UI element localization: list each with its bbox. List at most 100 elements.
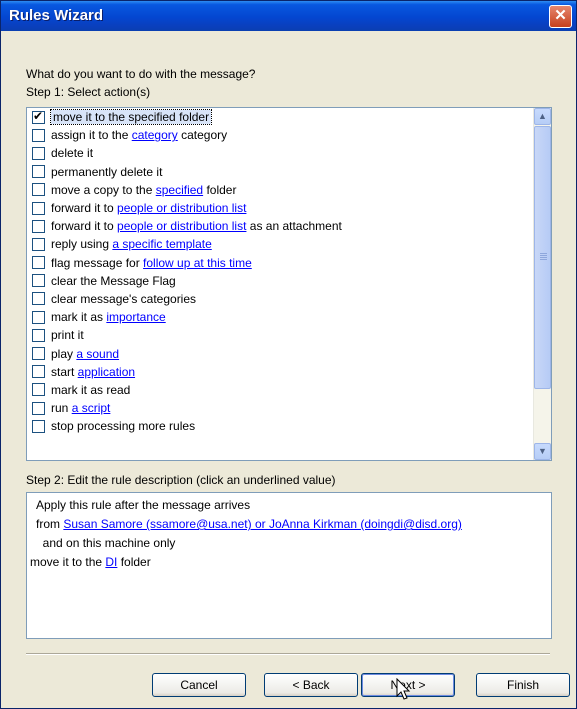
action-checkbox[interactable] (32, 401, 45, 415)
value-link[interactable]: people or distribution list (117, 201, 246, 215)
value-link[interactable]: a specific template (112, 237, 211, 251)
back-button[interactable]: < Back (264, 673, 358, 697)
scrollbar-thumb[interactable] (534, 126, 551, 389)
value-link[interactable]: application (78, 365, 135, 379)
action-label: reply using a specific template (51, 237, 212, 251)
static-text: clear the Message Flag (51, 273, 176, 288)
action-checkbox[interactable] (32, 347, 45, 361)
static-text: assign it to the (51, 128, 132, 143)
close-button[interactable]: ✕ (549, 5, 572, 28)
value-link[interactable]: a sound (76, 347, 119, 361)
static-text: category (177, 128, 228, 143)
action-item[interactable]: permanently delete it (27, 163, 533, 181)
action-item[interactable]: mark it as read (27, 381, 533, 399)
description-line: and on this machine only (36, 536, 176, 550)
action-checkbox[interactable] (32, 128, 45, 142)
action-checkbox[interactable] (32, 219, 45, 233)
value-link[interactable]: category (132, 128, 178, 142)
scroll-down-arrow-icon[interactable]: ▼ (534, 443, 551, 460)
static-text: mark it as read (51, 382, 131, 397)
close-icon[interactable]: ✕ (554, 7, 567, 24)
static-text: as an attachment (246, 219, 342, 234)
finish-button[interactable]: Finish (476, 673, 570, 697)
action-label: assign it to the category category (51, 128, 227, 142)
action-checkbox[interactable] (32, 274, 45, 288)
static-text: flag message for (51, 255, 144, 270)
static-text: delete it (51, 146, 94, 161)
action-checkbox[interactable] (32, 328, 45, 342)
value-link[interactable]: importance (106, 310, 165, 324)
value-link[interactable]: people or distribution list (117, 219, 246, 233)
static-text: and on this machine only (36, 536, 176, 550)
actions-list: move it to the specified folder assign it… (27, 108, 533, 460)
action-item[interactable]: clear the Message Flag (27, 272, 533, 290)
action-item[interactable]: stop processing more rules (27, 417, 533, 435)
action-item[interactable]: run a script (27, 399, 533, 417)
action-checkbox[interactable] (32, 310, 45, 324)
static-text: start (51, 364, 78, 379)
action-checkbox[interactable] (32, 292, 45, 306)
static-text: forward it to (51, 219, 118, 234)
action-label: run a script (51, 401, 110, 415)
action-checkbox[interactable] (32, 419, 45, 433)
static-text: clear message's categories (51, 291, 197, 306)
action-label: play a sound (51, 347, 119, 361)
value-link[interactable]: follow up at this time (143, 256, 252, 270)
action-checkbox[interactable] (32, 109, 45, 124)
static-text: move a copy to the (51, 182, 156, 197)
scroll-up-arrow-icon[interactable]: ▲ (534, 108, 551, 125)
static-text: folder (203, 182, 237, 197)
action-item[interactable]: start application (27, 363, 533, 381)
action-label: print it (51, 328, 84, 342)
divider (26, 653, 550, 655)
action-checkbox[interactable] (32, 256, 45, 270)
action-checkbox[interactable] (32, 383, 45, 397)
action-label: move a copy to the specified folder (51, 183, 236, 197)
action-checkbox[interactable] (32, 146, 45, 160)
action-label: clear the Message Flag (51, 274, 176, 288)
value-link[interactable]: DI (105, 555, 117, 569)
action-label: mark it as read (51, 383, 130, 397)
action-checkbox[interactable] (32, 183, 45, 197)
action-checkbox[interactable] (32, 237, 45, 251)
static-text: Apply this rule after the message arrive… (36, 498, 251, 512)
title-bar[interactable]: Rules Wizard ✕ (1, 1, 576, 31)
value-link[interactable]: a script (72, 401, 111, 415)
action-item[interactable]: play a sound (27, 344, 533, 362)
action-item[interactable]: print it (27, 326, 533, 344)
action-item[interactable]: move a copy to the specified folder (27, 181, 533, 199)
actions-listbox[interactable]: move it to the specified folder assign it… (26, 107, 552, 461)
action-item[interactable]: assign it to the category category (27, 126, 533, 144)
static-text: play (51, 346, 77, 361)
window-title: Rules Wizard (9, 7, 104, 24)
action-item[interactable]: clear message's categories (27, 290, 533, 308)
action-item[interactable]: move it to the specified folder (27, 108, 533, 126)
description-line: move it to the DI folder (30, 555, 151, 569)
action-item[interactable]: mark it as importance (27, 308, 533, 326)
actions-scrollbar[interactable]: ▲ ▼ (533, 108, 551, 460)
action-item[interactable]: flag message for follow up at this time (27, 254, 533, 272)
action-label: flag message for follow up at this time (51, 256, 252, 270)
description-line: Apply this rule after the message arrive… (36, 498, 250, 512)
action-item[interactable]: delete it (27, 144, 533, 162)
rule-description-box[interactable]: Apply this rule after the message arrive… (26, 492, 552, 639)
action-item[interactable]: forward it to people or distribution lis… (27, 199, 533, 217)
action-label: mark it as importance (51, 310, 166, 324)
static-text: move it to the (30, 555, 106, 569)
action-checkbox[interactable] (32, 365, 45, 379)
scrollbar-grip-icon (540, 253, 547, 254)
step1-label: Step 1: Select action(s) (26, 85, 151, 99)
action-label: delete it (51, 146, 93, 160)
action-item[interactable]: forward it to people or distribution lis… (27, 217, 533, 235)
action-checkbox[interactable] (32, 165, 45, 179)
action-label: start application (51, 365, 135, 379)
action-label: forward it to people or distribution lis… (51, 201, 246, 215)
value-link[interactable]: specified (156, 183, 203, 197)
value-link[interactable]: Susan Samore (ssamore@usa.net) or JoAnna… (63, 517, 462, 531)
static-text: forward it to (51, 201, 118, 216)
action-item[interactable]: reply using a specific template (27, 235, 533, 253)
action-checkbox[interactable] (32, 201, 45, 215)
cancel-button[interactable]: Cancel (152, 673, 246, 697)
description-line: from Susan Samore (ssamore@usa.net) or J… (36, 517, 462, 531)
action-label: stop processing more rules (51, 419, 195, 433)
